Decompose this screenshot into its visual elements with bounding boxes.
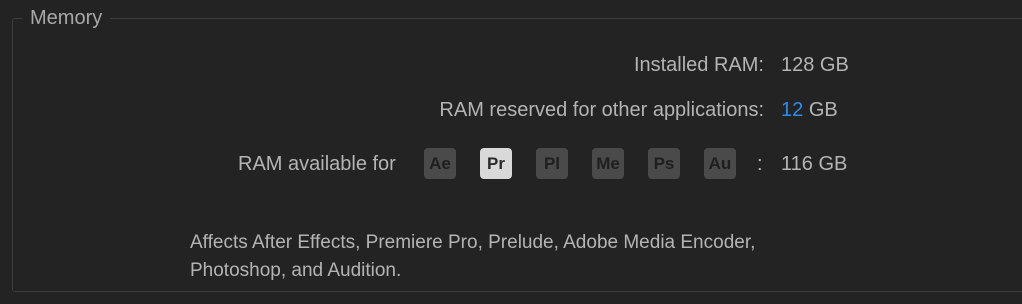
available-ram-value: 116 GB [781,153,848,175]
available-ram-label: RAM available for [238,153,396,175]
installed-ram-value: 128 GB [781,54,849,76]
app-badge-after-effects: Ae [424,148,456,179]
app-badge-audition: Au [704,148,736,179]
available-ram-separator: : [757,153,763,175]
reserved-ram-label: RAM reserved for other applications: [439,99,764,121]
app-badge-prelude: Pl [536,148,568,179]
reserved-ram-value-wrap[interactable]: 12 GB [781,97,838,123]
installed-ram-label: Installed RAM: [633,54,764,76]
memory-note-line-1: Affects After Effects, Premiere Pro, Pre… [190,232,756,253]
memory-group-title: Memory [22,5,111,31]
app-badge-premiere-pro: Pr [480,148,512,179]
app-badge-photoshop: Ps [648,148,680,179]
reserved-ram-unit: GB [808,99,838,121]
memory-note-line-2: Photoshop, and Audition. [190,260,402,281]
reserved-ram-value[interactable]: 12 [781,99,803,121]
memory-note: Affects After Effects, Premiere Pro, Pre… [190,229,950,285]
app-badge-media-encoder: Me [592,148,624,179]
